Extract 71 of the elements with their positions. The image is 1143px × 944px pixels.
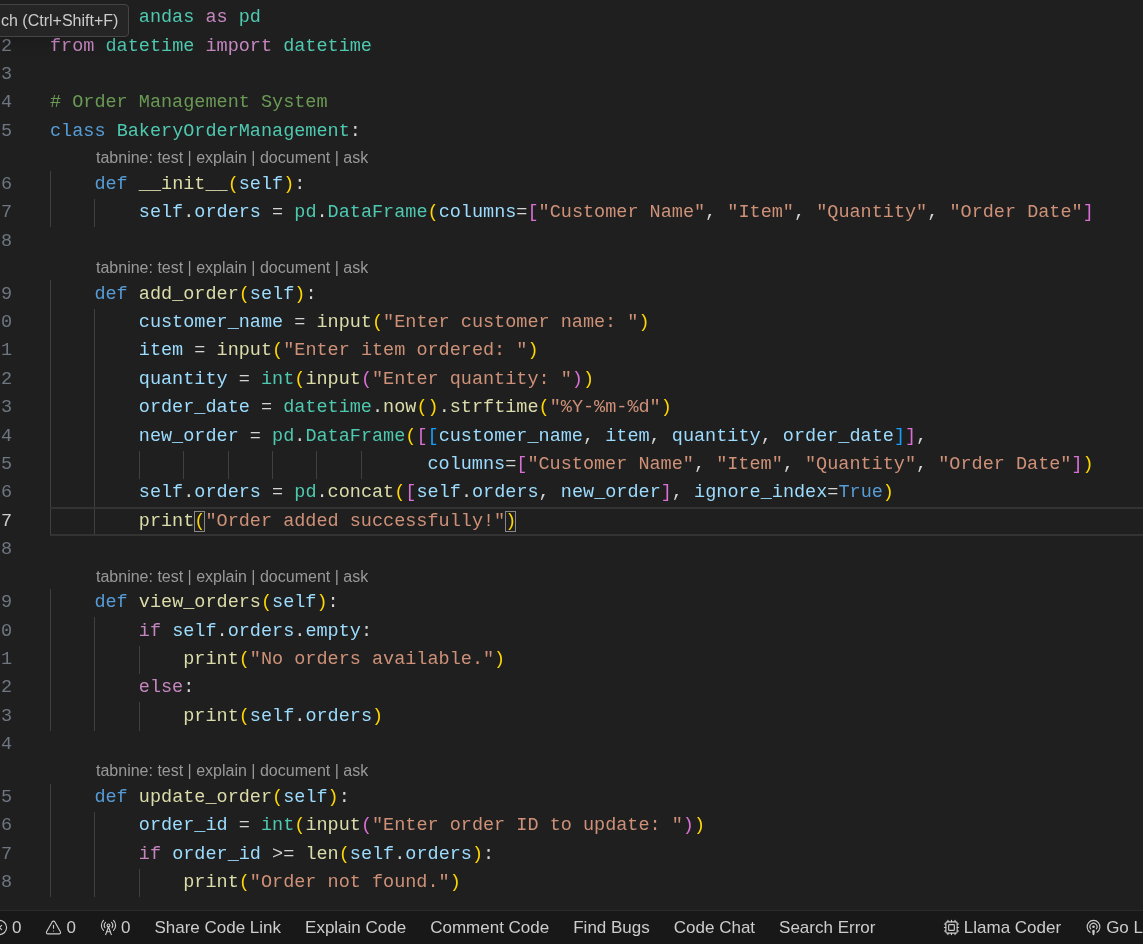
line-number: 1 xyxy=(0,339,12,364)
antenna-icon xyxy=(1085,919,1103,936)
status-bar-item[interactable]: Explain Code xyxy=(305,914,407,941)
line-number: 2 xyxy=(0,34,12,59)
code-line: print("Order not found.") xyxy=(183,871,461,896)
line-number: 6 xyxy=(0,481,12,506)
chip-icon xyxy=(942,919,960,936)
line-number: 4 xyxy=(0,424,12,449)
line-number: 5 xyxy=(0,452,12,477)
line-number: 2 xyxy=(0,367,12,392)
line-number: 4 xyxy=(0,733,12,758)
line-number: 6 xyxy=(0,814,12,839)
line-number: 4 xyxy=(0,91,12,116)
code-line: from datetime import datetime xyxy=(50,34,372,59)
warning-icon xyxy=(45,919,63,936)
status-bar-item[interactable]: Search Error xyxy=(779,914,876,941)
status-bar-item[interactable]: 0 xyxy=(45,914,76,941)
line-number: 7 xyxy=(0,201,12,226)
status-bar-item[interactable]: Llama Coder xyxy=(942,914,1062,941)
code-line: print(self.orders) xyxy=(183,704,384,729)
line-number: 0 xyxy=(0,619,12,644)
line-number: 2 xyxy=(0,676,12,701)
code-line: self.orders = pd.DataFrame(columns=["Customer Name", "Item", "Quantity", "Order Date"] xyxy=(138,201,1094,226)
line-number: 3 xyxy=(0,704,12,729)
broadcast-icon xyxy=(99,919,117,936)
code-line: if order_id >= len(self.orders): xyxy=(138,842,495,867)
codelens-links[interactable]: tabnine: test | explain | document | ask xyxy=(96,759,369,784)
line-number: 8 xyxy=(0,538,12,563)
line-number: 1 xyxy=(0,647,12,672)
code-line: new_order = pd.DataFrame([[customer_name, item, quantity, order_date]], xyxy=(138,424,928,449)
line-number: 3 xyxy=(0,396,12,421)
line-number: 9 xyxy=(0,282,12,307)
status-bar-item[interactable]: Go L xyxy=(1085,914,1143,941)
line-number: 0 xyxy=(0,311,12,335)
status-bar-item[interactable]: 0 xyxy=(99,914,131,941)
code-line: class BakeryOrderManagement: xyxy=(50,119,361,144)
line-number: 3 xyxy=(0,63,12,88)
line-number: 8 xyxy=(0,871,12,896)
code-line: if self.orders.empty: xyxy=(138,619,372,644)
line-number: 5 xyxy=(0,119,12,144)
codelens-links[interactable]: tabnine: test | explain | document | ask xyxy=(96,146,369,171)
codelens-links[interactable]: tabnine: test | explain | document | ask xyxy=(96,256,369,280)
code-line: def add_order(self): xyxy=(94,282,317,307)
code-line: andas as pd xyxy=(138,6,261,31)
line-number: 9 xyxy=(0,591,12,616)
code-line: quantity = int(input("Enter quantity: ")) xyxy=(138,367,595,392)
status-bar-item[interactable]: Comment Code xyxy=(430,914,550,941)
code-line: else: xyxy=(138,676,195,701)
status-bar-item[interactable]: Share Code Link xyxy=(154,914,282,941)
code-line: order_id = int(input("Enter order ID to update: ")) xyxy=(138,814,706,839)
code-line: item = input("Enter item ordered: ") xyxy=(138,339,539,364)
code-line: def __init__(self): xyxy=(94,172,306,197)
code-line: customer_name = input("Enter customer name: ") xyxy=(138,311,650,335)
code-line: # Order Management System xyxy=(50,91,328,116)
code-line: columns=["Customer Name", "Item", "Quantity", "Order Date"]) xyxy=(427,452,1094,477)
status-bar-item[interactable]: Find Bugs xyxy=(573,914,650,941)
status-bar-item[interactable]: 0 xyxy=(0,914,22,941)
code-line: def view_orders(self): xyxy=(94,591,339,616)
line-number: 5 xyxy=(0,786,12,811)
line-number: 6 xyxy=(0,172,12,197)
code-line: self.orders = pd.concat([self.orders, new_order], ignore_index=True) xyxy=(138,481,894,506)
code-line: order_date = datetime.now().strftime("%Y-%m-%d") xyxy=(138,396,672,421)
codelens-links[interactable]: tabnine: test | explain | document | ask xyxy=(96,564,369,589)
tooltip: ch (Ctrl+Shift+F) xyxy=(0,4,130,37)
code-line: def update_order(self): xyxy=(94,786,350,811)
line-number: 7 xyxy=(0,842,12,867)
code-line: print("No orders available.") xyxy=(183,647,506,672)
code-line: print("Order added successfully!") xyxy=(138,509,517,534)
line-number: 7 xyxy=(0,509,12,534)
status-bar-item[interactable]: Code Chat xyxy=(673,914,756,941)
line-number: 8 xyxy=(0,229,12,254)
